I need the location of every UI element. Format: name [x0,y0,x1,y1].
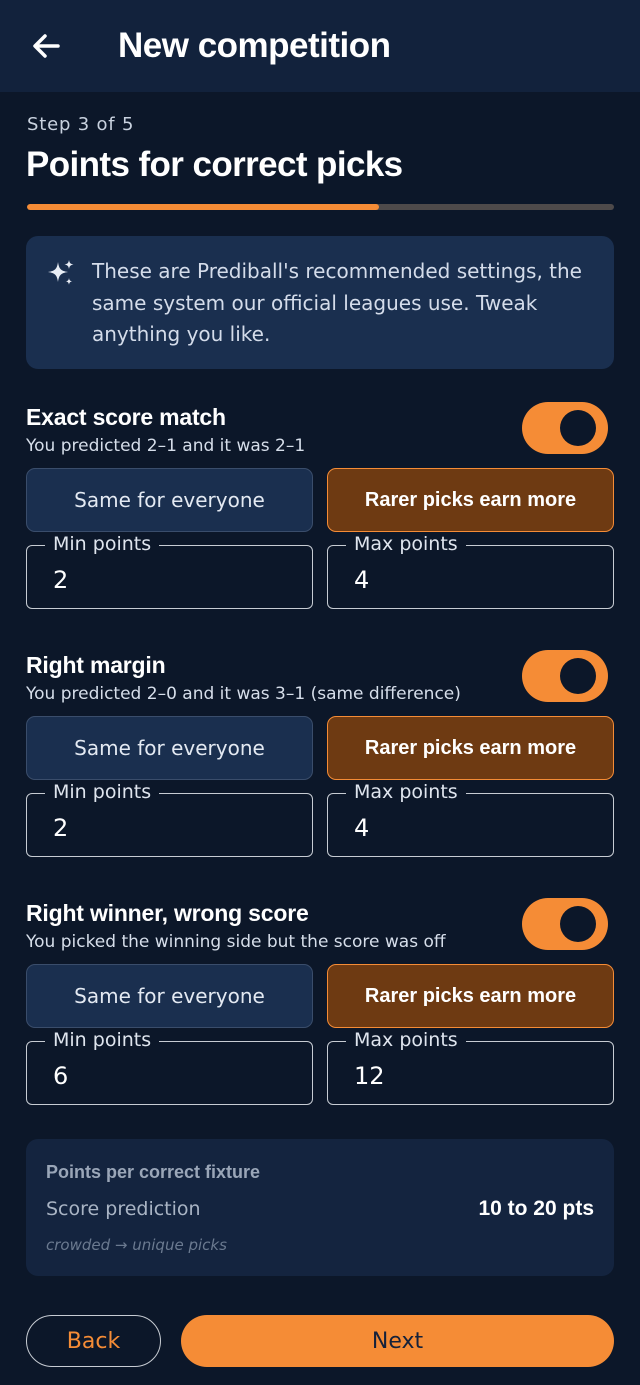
same-for-everyone-button[interactable]: Same for everyone [26,468,313,532]
min-points-value[interactable]: 6 [53,1062,68,1090]
max-points-field[interactable]: Max points 4 [327,533,614,609]
section-title: Exact score match [26,404,226,430]
max-points-value[interactable]: 4 [354,566,369,594]
progress-fill [27,204,380,210]
back-button[interactable]: Back [26,1315,161,1367]
rarer-picks-button[interactable]: Rarer picks earn more [327,716,614,780]
max-points-value[interactable]: 12 [354,1062,385,1090]
step-indicator: Step 3 of 5 [27,114,135,135]
max-points-field[interactable]: Max points 4 [327,781,614,857]
right-margin-toggle[interactable] [522,650,608,702]
section-title: Right winner, wrong score [26,900,309,926]
rarer-picks-button[interactable]: Rarer picks earn more [327,468,614,532]
min-points-label: Min points [45,781,160,803]
min-points-label: Min points [45,533,160,555]
summary-caption: crowded → unique picks [46,1236,227,1254]
max-points-label: Max points [346,1029,466,1051]
max-points-label: Max points [346,533,466,555]
min-points-label: Min points [45,1029,160,1051]
summary-value: 10 to 20 pts [478,1197,594,1220]
info-text: These are Prediball's recommended settin… [92,259,582,346]
section-right-margin: Right margin You predicted 2–0 and it wa… [26,650,614,867]
summary-title: Points per correct fixture [46,1162,261,1182]
info-card: These are Prediball's recommended settin… [26,236,614,369]
app-header: New competition [0,0,640,92]
next-button[interactable]: Next [181,1315,614,1367]
max-points-field[interactable]: Max points 12 [327,1029,614,1105]
header-title: New competition [118,26,391,65]
page-title: Points for correct picks [26,145,403,184]
min-points-field[interactable]: Min points 2 [26,781,313,857]
rarer-picks-button[interactable]: Rarer picks earn more [327,964,614,1028]
section-subtitle: You predicted 2–0 and it was 3–1 (same d… [26,684,461,704]
same-for-everyone-button[interactable]: Same for everyone [26,716,313,780]
section-title: Right margin [26,652,166,678]
toggle-knob [560,658,596,694]
same-for-everyone-button[interactable]: Same for everyone [26,964,313,1028]
summary-label: Score prediction [46,1198,201,1220]
sparkles-icon [46,258,76,288]
section-right-winner: Right winner, wrong score You picked the… [26,898,614,1115]
points-summary-card: Points per correct fixture Score predict… [26,1139,614,1276]
min-points-value[interactable]: 2 [53,566,68,594]
min-points-value[interactable]: 2 [53,814,68,842]
section-exact-score: Exact score match You predicted 2–1 and … [26,402,614,619]
max-points-label: Max points [346,781,466,803]
section-subtitle: You picked the winning side but the scor… [26,932,446,952]
toggle-knob [560,906,596,942]
section-subtitle: You predicted 2–1 and it was 2–1 [26,436,306,456]
arrow-left-icon[interactable] [28,28,68,64]
progress-bar [27,204,614,210]
max-points-value[interactable]: 4 [354,814,369,842]
min-points-field[interactable]: Min points 2 [26,533,313,609]
right-winner-toggle[interactable] [522,898,608,950]
toggle-knob [560,410,596,446]
exact-score-toggle[interactable] [522,402,608,454]
min-points-field[interactable]: Min points 6 [26,1029,313,1105]
